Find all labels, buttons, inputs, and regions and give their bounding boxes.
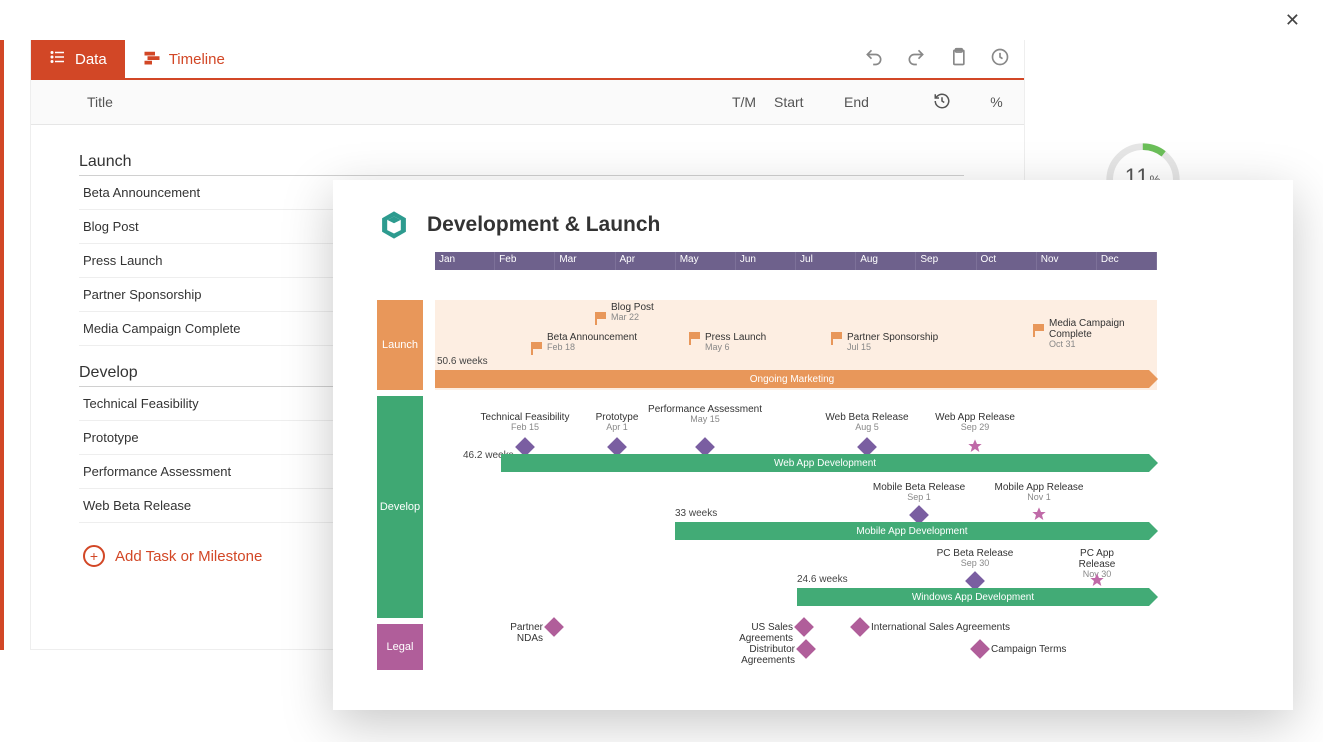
add-icon: + xyxy=(83,545,105,567)
milestone-label: Mobile App ReleaseNov 1 xyxy=(995,482,1084,503)
star-icon xyxy=(967,438,983,454)
col-end: End xyxy=(844,94,914,110)
add-task-label: Add Task or Milestone xyxy=(115,548,262,565)
bar-mobile-app: Mobile App Development xyxy=(675,522,1149,540)
duration-label: 33 weeks xyxy=(675,508,717,519)
toolbar: Data Timeline xyxy=(31,40,1024,80)
milestone-label: Web Beta ReleaseAug 5 xyxy=(825,412,908,433)
month: Dec xyxy=(1097,252,1157,270)
clipboard-icon[interactable] xyxy=(948,47,968,72)
bar-web-app: Web App Development xyxy=(501,454,1149,472)
month: Jan xyxy=(435,252,495,270)
bar-windows-app: Windows App Development xyxy=(797,588,1149,606)
col-history-icon xyxy=(914,92,969,113)
milestone-label: Beta AnnouncementFeb 18 xyxy=(547,332,637,353)
diamond-icon xyxy=(970,639,990,659)
tab-timeline[interactable]: Timeline xyxy=(125,40,243,78)
milestone-label: PrototypeApr 1 xyxy=(596,412,639,433)
milestone-label: Partner SponsorshipJul 15 xyxy=(847,332,938,353)
redo-icon[interactable] xyxy=(906,47,926,72)
diamond-icon xyxy=(544,617,564,637)
milestone-label: Blog PostMar 22 xyxy=(611,302,654,323)
col-title: Title xyxy=(31,94,714,110)
accent-strip xyxy=(0,40,4,650)
diamond-icon xyxy=(794,617,814,637)
column-header: Title T/M Start End % xyxy=(31,80,1024,125)
lane-develop-label: Develop xyxy=(377,396,423,618)
tab-data[interactable]: Data xyxy=(31,40,125,78)
lane-launch-label: Launch xyxy=(377,300,423,390)
lane-legal-label: Legal xyxy=(377,624,423,670)
timeline-icon xyxy=(143,48,161,70)
month: Nov xyxy=(1037,252,1097,270)
duration-label: 50.6 weeks xyxy=(437,356,488,367)
month: Mar xyxy=(555,252,615,270)
milestone-label: Performance AssessmentMay 15 xyxy=(648,404,762,425)
milestone-label: International Sales Agreements xyxy=(871,622,1010,633)
preview-title: Development & Launch xyxy=(427,213,660,237)
flag-icon xyxy=(831,332,843,344)
duration-label: 24.6 weeks xyxy=(797,574,848,585)
col-start: Start xyxy=(774,94,844,110)
milestone-label: Technical FeasibilityFeb 15 xyxy=(481,412,570,433)
diamond-icon xyxy=(796,639,816,659)
group-launch-title[interactable]: Launch xyxy=(79,153,964,176)
timeline-preview-card: Development & Launch Launch Develop Lega… xyxy=(333,180,1293,710)
history-icon[interactable] xyxy=(990,47,1010,72)
flag-icon xyxy=(595,312,607,324)
month: Feb xyxy=(495,252,555,270)
flag-icon xyxy=(1033,324,1045,336)
list-icon xyxy=(49,48,67,70)
flag-icon xyxy=(689,332,701,344)
milestone-label: Media Campaign CompleteOct 31 xyxy=(1049,318,1157,350)
month: Aug xyxy=(856,252,916,270)
diamond-icon xyxy=(850,617,870,637)
star-icon xyxy=(1031,506,1047,522)
tab-timeline-label: Timeline xyxy=(169,51,225,68)
tab-data-label: Data xyxy=(75,51,107,68)
undo-icon[interactable] xyxy=(864,47,884,72)
milestone-label: Distributor Agreements xyxy=(695,644,795,666)
col-pct: % xyxy=(969,94,1024,110)
bar-ongoing-marketing: Ongoing Marketing xyxy=(435,370,1149,388)
logo-icon xyxy=(377,208,411,242)
milestone-label: Web App ReleaseSep 29 xyxy=(935,412,1015,433)
month: Sep xyxy=(916,252,976,270)
milestone-label: Partner NDAs xyxy=(483,622,543,644)
month-header: Jan Feb Mar Apr May Jun Jul Aug Sep Oct … xyxy=(435,252,1157,270)
col-tm: T/M xyxy=(714,94,774,110)
milestone-label: Mobile Beta ReleaseSep 1 xyxy=(873,482,965,503)
gantt-chart: Launch Develop Legal Jan Feb Mar Apr May… xyxy=(377,252,1157,672)
month: Apr xyxy=(616,252,676,270)
month: Jun xyxy=(736,252,796,270)
milestone-label: Campaign Terms xyxy=(991,644,1066,655)
month: Jul xyxy=(796,252,856,270)
milestone-label: PC Beta ReleaseSep 30 xyxy=(937,548,1014,569)
milestone-label: Press LaunchMay 6 xyxy=(705,332,766,353)
flag-icon xyxy=(531,342,543,354)
month: May xyxy=(676,252,736,270)
star-icon xyxy=(1089,572,1105,588)
close-button[interactable]: ✕ xyxy=(1285,10,1300,31)
month: Oct xyxy=(977,252,1037,270)
milestone-label: US Sales Agreements xyxy=(703,622,793,644)
